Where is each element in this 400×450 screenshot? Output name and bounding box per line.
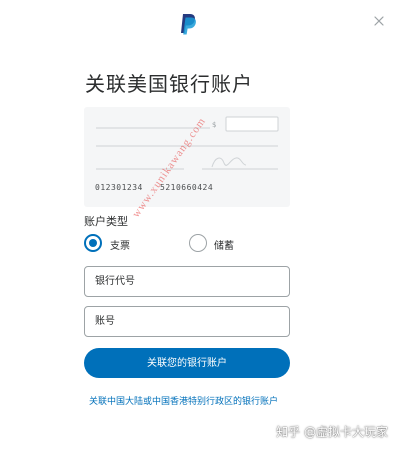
close-icon[interactable]: [372, 14, 386, 28]
checking-radio[interactable]: [84, 234, 102, 252]
paypal-logo-icon: [181, 14, 196, 35]
account-number: 5210660424: [160, 183, 214, 192]
cheque-illustration: $ 012301234 5210660424: [84, 107, 290, 207]
routing-number-input[interactable]: [84, 266, 290, 297]
routing-number: 012301234: [95, 183, 143, 192]
savings-radio-label[interactable]: 储蓄: [214, 237, 234, 252]
savings-radio[interactable]: [189, 234, 207, 252]
account-number-input[interactable]: [84, 306, 290, 337]
svg-text:$: $: [212, 121, 216, 129]
checking-radio-label[interactable]: 支票: [110, 237, 130, 252]
page-title: 关联美国银行账户: [85, 72, 253, 96]
link-bank-account-button[interactable]: 关联您的银行账户: [84, 348, 290, 378]
link-china-bank-account-link[interactable]: 关联中国大陆或中国香港特别行政区的银行账户: [89, 394, 278, 407]
account-type-label: 账户类型: [84, 215, 128, 228]
corner-watermark: 知乎 @虚拟卡大玩家: [276, 425, 388, 439]
